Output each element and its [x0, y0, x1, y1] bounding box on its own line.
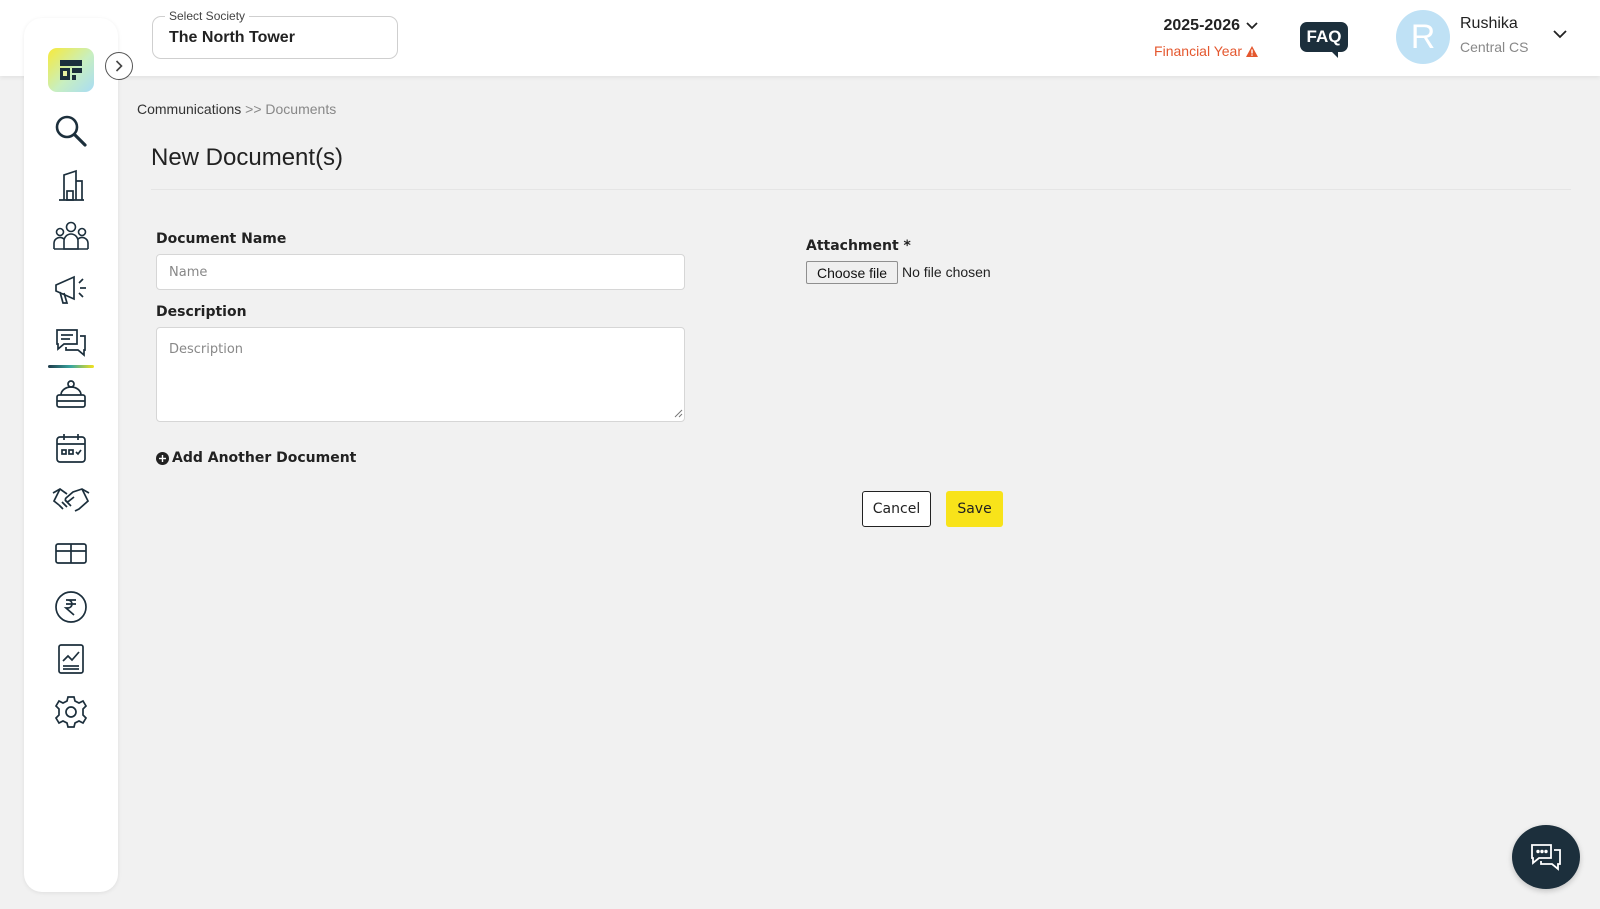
- top-header: Select Society The North Tower 2025-2026…: [0, 0, 1600, 76]
- search-icon: [55, 115, 87, 147]
- people-icon: [53, 221, 89, 250]
- avatar[interactable]: R: [1396, 10, 1450, 64]
- attachment-label: Attachment *: [806, 238, 911, 254]
- description-textarea[interactable]: [156, 327, 685, 422]
- document-name-input[interactable]: [156, 254, 685, 290]
- chat-icon: [1531, 844, 1561, 871]
- chat-support-button[interactable]: [1512, 825, 1580, 889]
- add-another-document-button[interactable]: Add Another Document: [156, 450, 356, 466]
- document-name-label: Document Name: [156, 231, 287, 247]
- building-icon: [59, 169, 84, 201]
- sidebar-item-members[interactable]: [46, 216, 96, 256]
- financial-year-text: 2025-2026: [1163, 17, 1240, 34]
- financial-year-label: Financial Year: [1154, 43, 1242, 59]
- society-selector-label: Select Society: [165, 9, 250, 23]
- sidebar-item-buildings[interactable]: [46, 165, 96, 205]
- breadcrumb-parent-link[interactable]: Communications: [137, 101, 241, 117]
- sidebar-item-reports[interactable]: [46, 639, 96, 679]
- add-another-document-label: Add Another Document: [172, 450, 357, 466]
- financial-year-warning: Financial Year: [1154, 43, 1258, 59]
- page-title: New Document(s): [151, 144, 344, 171]
- box-icon: [55, 543, 87, 564]
- sidebar-item-search[interactable]: [46, 111, 96, 151]
- sidebar-item-announcements[interactable]: [46, 269, 96, 309]
- society-selector[interactable]: Select Society The North Tower: [152, 9, 398, 59]
- faq-button[interactable]: FAQ: [1300, 22, 1348, 58]
- breadcrumb: Communications >> Documents: [137, 101, 336, 117]
- user-name: Rushika: [1460, 15, 1518, 32]
- file-status-text: No file chosen: [902, 264, 991, 280]
- sidebar-item-calendar[interactable]: [46, 428, 96, 468]
- sidebar-item-vendors[interactable]: [46, 480, 96, 520]
- service-bell-icon: [56, 380, 86, 408]
- app-logo[interactable]: [48, 48, 94, 92]
- user-role: Central CS: [1460, 39, 1529, 55]
- divider: [151, 189, 1571, 190]
- financial-year-value[interactable]: 2025-2026: [1163, 17, 1258, 35]
- logo-icon: [60, 60, 82, 80]
- breadcrumb-separator: >>: [245, 101, 262, 117]
- financial-year-selector[interactable]: 2025-2026 Financial Year: [1148, 17, 1258, 61]
- sidebar-item-settings[interactable]: [46, 692, 96, 732]
- society-selector-value: The North Tower: [169, 29, 295, 46]
- save-button[interactable]: Save: [946, 491, 1003, 527]
- sidebar-item-assets[interactable]: [46, 533, 96, 573]
- sidebar-toggle-button[interactable]: [105, 52, 133, 80]
- sidebar-item-services[interactable]: [46, 375, 96, 415]
- cancel-button[interactable]: Cancel: [862, 491, 931, 527]
- breadcrumb-current: Documents: [265, 101, 337, 117]
- gear-icon: [54, 696, 88, 728]
- resize-handle-icon[interactable]: [673, 408, 683, 418]
- description-label: Description: [156, 304, 247, 320]
- megaphone-icon: [55, 275, 86, 304]
- handshake-icon: [52, 487, 90, 512]
- chevron-down-icon[interactable]: [1553, 30, 1567, 39]
- sidebar-item-accounts[interactable]: [46, 587, 96, 627]
- chat-bubbles-icon: [56, 329, 86, 357]
- calendar-icon: [56, 434, 86, 463]
- sidebar: [24, 18, 133, 892]
- chevron-down-icon: [1246, 22, 1258, 30]
- choose-file-button[interactable]: Choose file: [806, 261, 898, 284]
- report-chart-icon: [58, 644, 84, 674]
- warning-icon: [1246, 45, 1258, 57]
- chevron-right-icon: [115, 60, 123, 72]
- sidebar-item-communications[interactable]: [46, 322, 96, 368]
- rupee-icon: [55, 591, 87, 623]
- plus-circle-icon: [156, 451, 169, 465]
